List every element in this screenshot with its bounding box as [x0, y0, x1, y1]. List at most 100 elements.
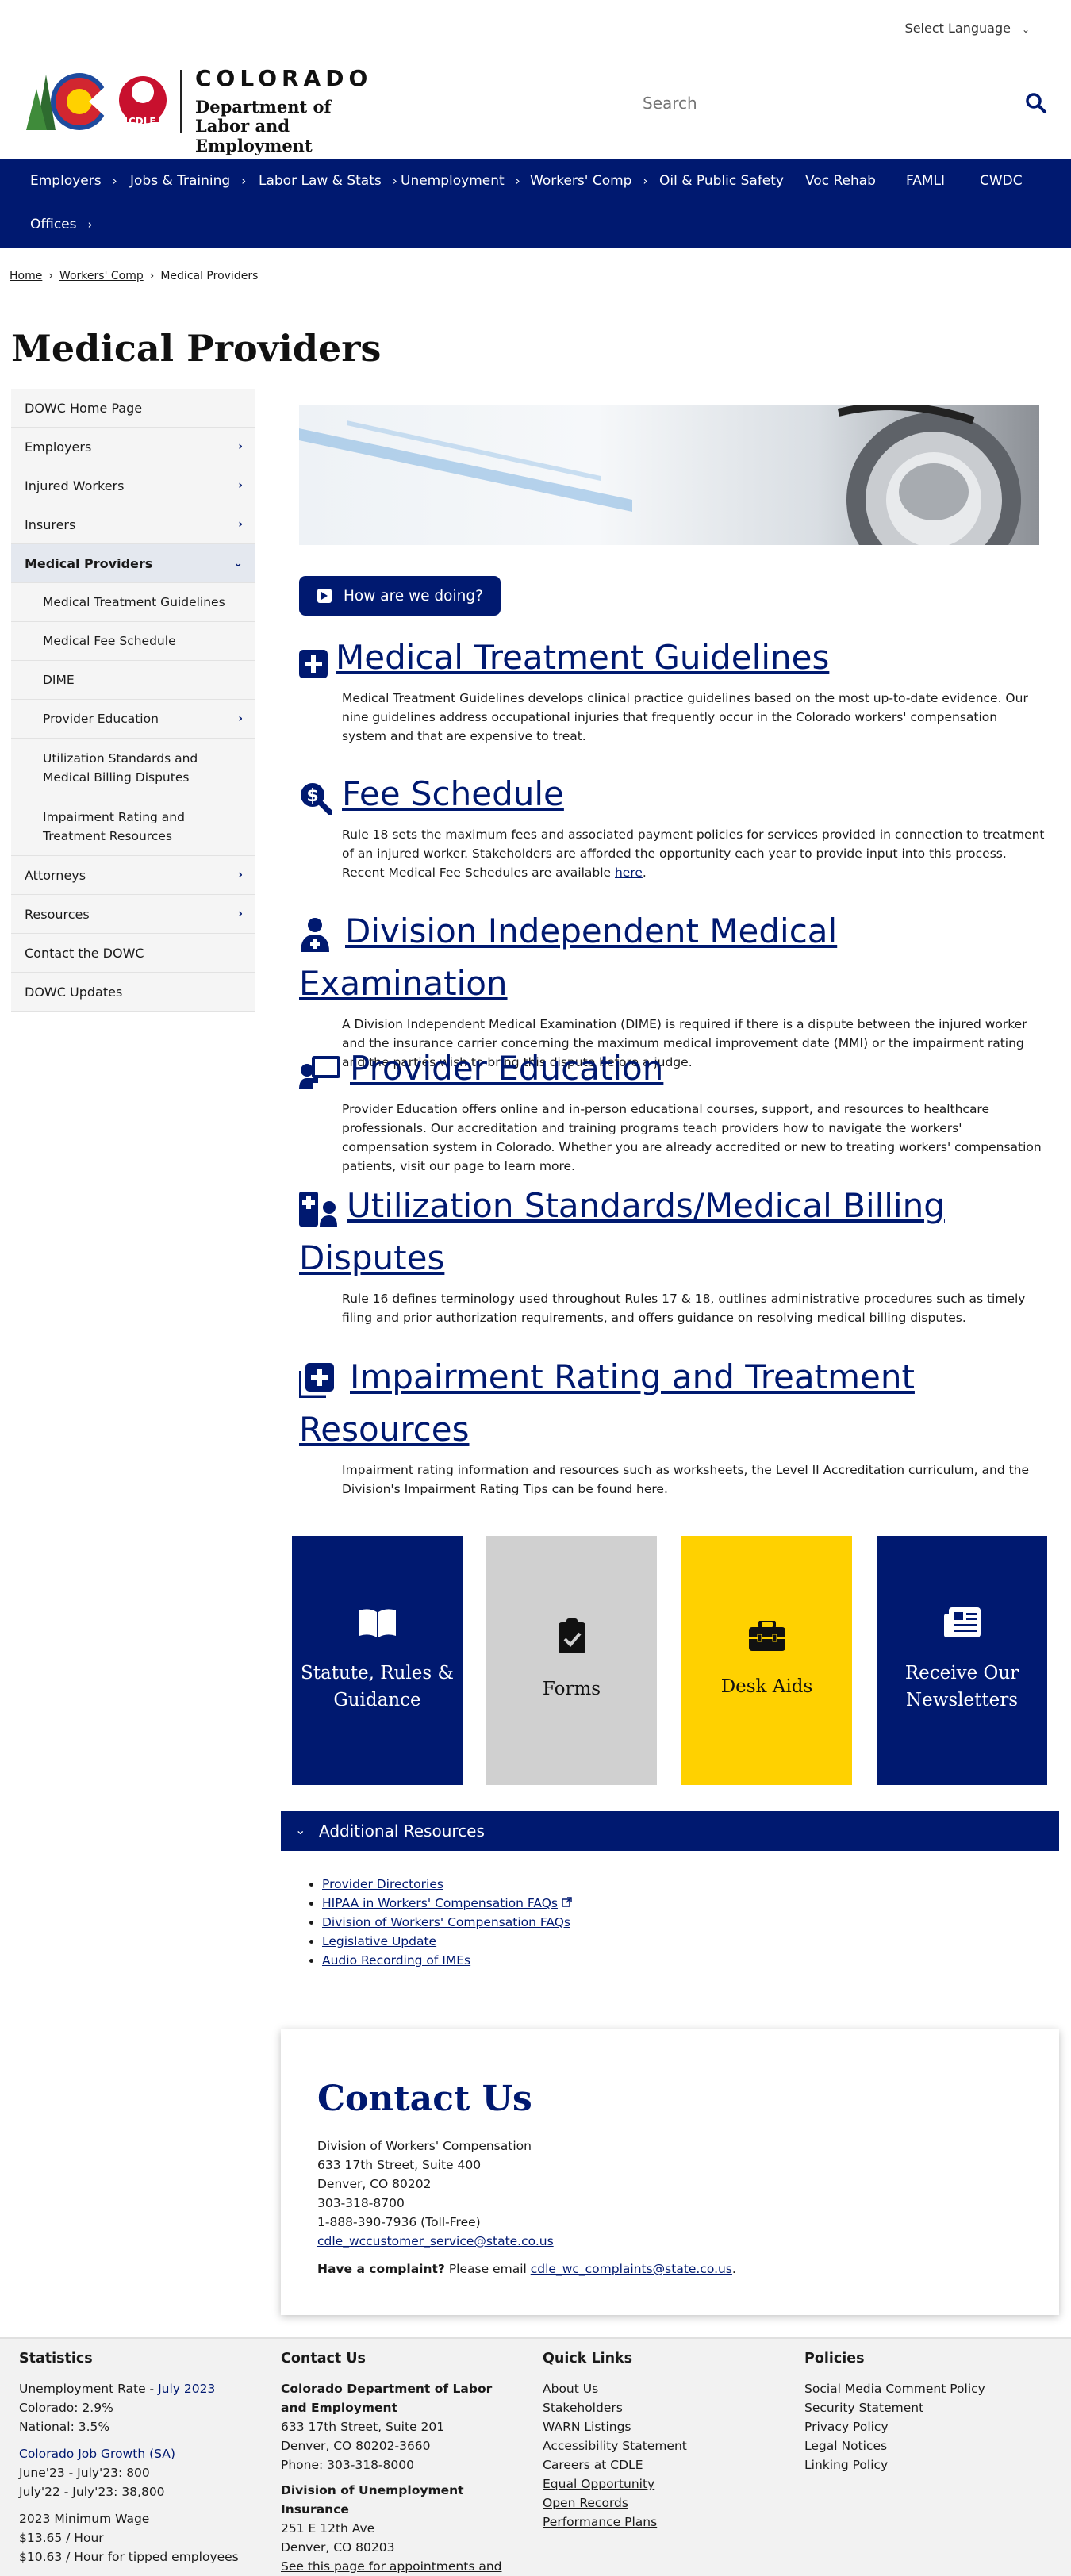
resource-link[interactable]: HIPAA in Workers' Compensation FAQs: [322, 1896, 558, 1910]
additional-resources-accordion[interactable]: ⌄ Additional Resources: [281, 1811, 1059, 1851]
footer-link[interactable]: Careers at CDLE: [543, 2455, 765, 2474]
footer-link[interactable]: Privacy Policy: [804, 2417, 1042, 2436]
nav-item-offices[interactable]: Offices ›: [30, 217, 92, 232]
section-heading[interactable]: Impairment Rating and Treatment Resource…: [297, 1351, 1045, 1456]
sidebar-item-injured-workers[interactable]: Injured Workers ›: [11, 466, 255, 505]
footer-link[interactable]: Linking Policy: [804, 2455, 1042, 2474]
appointments-link[interactable]: See this page for appointments and inqui…: [281, 2557, 511, 2576]
fee-schedule-here-link[interactable]: here: [615, 866, 643, 880]
hero-image-stethoscope: [299, 405, 1039, 545]
resource-link[interactable]: Provider Directories: [322, 1877, 443, 1891]
cdle-logo[interactable]: CDLE COLORADO Department of Labor and Em…: [22, 65, 403, 155]
footer-policies: Policies Social Media Comment Policy Sec…: [804, 2349, 1042, 2474]
section-body: Medical Treatment Guidelines develops cl…: [342, 691, 1028, 743]
nav-item-workers-comp[interactable]: Workers' Comp ›: [530, 173, 647, 189]
section-heading[interactable]: $ Fee Schedule: [299, 768, 1045, 820]
sidebar-item-label: DIME: [43, 673, 75, 687]
resource-link[interactable]: Audio Recording of IMEs: [322, 1953, 470, 1968]
nav-item-voc-rehab[interactable]: Voc Rehab: [805, 173, 876, 189]
footer-quick-links: Quick Links About Us Stakeholders WARN L…: [543, 2349, 765, 2532]
search-icon[interactable]: [1025, 92, 1047, 117]
footer-link[interactable]: Security Statement: [804, 2398, 1042, 2417]
sidebar-item-utilization-standards[interactable]: Utilization Standards and Medical Billin…: [11, 739, 255, 797]
sidebar-item-resources[interactable]: Resources ›: [11, 895, 255, 934]
footer-statistics: Statistics Unemployment Rate - July 2023…: [19, 2349, 257, 2566]
complaint-text: .: [731, 2262, 736, 2276]
unemployment-month-link[interactable]: July 2023: [158, 2382, 215, 2396]
footer-link[interactable]: Accessibility Statement: [543, 2436, 765, 2455]
chevron-right-icon: ›: [515, 174, 520, 188]
sidebar-item-provider-education[interactable]: Provider Education ›: [11, 700, 255, 739]
sidebar-item-treatment-guidelines[interactable]: Medical Treatment Guidelines: [11, 583, 255, 622]
footer-link[interactable]: Equal Opportunity: [543, 2474, 765, 2493]
section-heading[interactable]: Utilization Standards/Medical Billing Di…: [299, 1180, 1045, 1284]
stat-job-growth: July'22 - July'23: 38,800: [19, 2485, 165, 2499]
nav-label: Workers' Comp: [530, 173, 632, 189]
nav-label: FAMLI: [906, 173, 945, 189]
section-heading[interactable]: Provider Education: [299, 1042, 1045, 1095]
sidebar-item-fee-schedule[interactable]: Medical Fee Schedule: [11, 622, 255, 661]
sidebar-nav: DOWC Home Page Employers › Injured Worker…: [11, 389, 255, 1012]
search-box: [627, 86, 1047, 121]
section-heading[interactable]: Division Independent Medical Examination: [299, 905, 1045, 1010]
footer-link[interactable]: Stakeholders: [543, 2398, 765, 2417]
footer-link[interactable]: Open Records: [543, 2493, 765, 2513]
footer-link[interactable]: WARN Listings: [543, 2417, 765, 2436]
complaint-email-link[interactable]: cdle_wc_complaints@state.co.us: [531, 2262, 732, 2276]
footer-link[interactable]: Legal Notices: [804, 2436, 1042, 2455]
sidebar-item-medical-providers[interactable]: Medical Providers ⌄: [11, 544, 255, 583]
nav-item-famli[interactable]: FAMLI: [906, 173, 945, 189]
sidebar-item-contact-dowc[interactable]: Contact the DOWC: [11, 934, 255, 973]
nav-item-unemployment[interactable]: Unemployment ›: [401, 173, 520, 189]
book-icon: [358, 1607, 397, 1645]
medical-plus-icon: [297, 1361, 334, 1413]
sidebar-item-dowc-updates[interactable]: DOWC Updates: [11, 973, 255, 1012]
sidebar-item-impairment-rating[interactable]: Impairment Rating and Treatment Resource…: [11, 797, 255, 856]
footer-heading: Policies: [804, 2351, 865, 2367]
sidebar-item-employers[interactable]: Employers ›: [11, 428, 255, 466]
section-impairment-rating: Impairment Rating and Treatment Resource…: [297, 1351, 1045, 1499]
tile-forms[interactable]: Forms: [486, 1536, 657, 1785]
stat-wage: $13.65 / Hour: [19, 2531, 104, 2545]
resource-link[interactable]: Legislative Update: [322, 1934, 436, 1948]
nav-item-labor-law[interactable]: Labor Law & Stats ›: [259, 173, 397, 189]
breadcrumb-workers-comp[interactable]: Workers' Comp: [60, 270, 144, 282]
sidebar-item-attorneys[interactable]: Attorneys ›: [11, 856, 255, 895]
nav-item-oil-public-safety[interactable]: Oil & Public Safety: [659, 173, 784, 189]
breadcrumb-separator: ›: [48, 270, 53, 282]
sidebar-item-dowc-home[interactable]: DOWC Home Page: [11, 389, 255, 428]
footer-link[interactable]: Performance Plans: [543, 2513, 765, 2532]
newspaper-icon: [943, 1607, 981, 1645]
feedback-button[interactable]: How are we doing?: [299, 576, 501, 616]
sidebar-item-dime[interactable]: DIME: [11, 661, 255, 700]
nav-item-employers[interactable]: Employers ›: [30, 173, 117, 189]
svg-text:$: $: [306, 786, 318, 806]
language-selector[interactable]: Select Language ⌄: [905, 21, 1030, 36]
accordion-title: Additional Resources: [319, 1822, 485, 1841]
chevron-right-icon: ›: [238, 479, 243, 492]
resource-link[interactable]: Division of Workers' Compensation FAQs: [322, 1915, 570, 1929]
sidebar-item-label: Medical Fee Schedule: [43, 634, 176, 648]
section-title: Impairment Rating and Treatment Resource…: [299, 1357, 915, 1449]
footer-link[interactable]: Social Media Comment Policy: [804, 2379, 1042, 2398]
nav-item-cwdc[interactable]: CWDC: [980, 173, 1023, 189]
sidebar-item-insurers[interactable]: Insurers ›: [11, 505, 255, 544]
toolbox-icon: [748, 1619, 785, 1659]
section-title: Division Independent Medical Examination: [299, 912, 838, 1003]
sidebar-item-label: DOWC Home Page: [25, 400, 143, 416]
tile-label: Statute, Rules & Guidance: [301, 1663, 454, 1710]
contact-email-link[interactable]: cdle_wccustomer_service@state.co.us: [317, 2234, 554, 2248]
breadcrumb-home[interactable]: Home: [10, 270, 42, 282]
footer-link[interactable]: About Us: [543, 2379, 765, 2398]
job-growth-link[interactable]: Colorado Job Growth (SA): [19, 2444, 257, 2463]
contact-line: 1-888-390-7936 (Toll-Free): [317, 2215, 481, 2229]
tile-newsletters[interactable]: Receive Our Newsletters: [877, 1536, 1047, 1785]
footer-heading: Quick Links: [543, 2351, 633, 2367]
search-input[interactable]: [627, 86, 976, 121]
sidebar-item-label: Medical Treatment Guidelines: [43, 595, 225, 609]
tile-desk-aids[interactable]: Desk Aids: [681, 1536, 852, 1785]
section-heading[interactable]: Medical Treatment Guidelines: [299, 632, 1045, 684]
tile-statute-rules[interactable]: Statute, Rules & Guidance: [292, 1536, 463, 1785]
nav-item-jobs-training[interactable]: Jobs & Training ›: [130, 173, 246, 189]
section-body-text: .: [642, 866, 647, 880]
